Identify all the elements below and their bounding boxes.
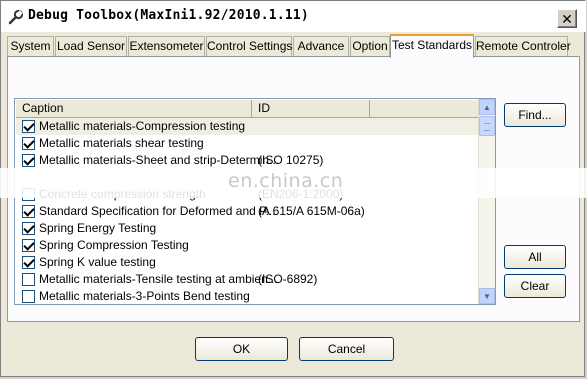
window-title: Debug Toolbox(MaxIni1.92/2010.1.11)	[28, 8, 309, 23]
row-caption: Metallic materials-3-Points Bend testing	[39, 289, 250, 303]
list-item[interactable]: Metallic materials shear testing	[16, 135, 479, 152]
list-item[interactable]: Spring K value testing	[16, 254, 479, 271]
row-id: (A 615/A 615M-06a)	[258, 204, 365, 218]
row-checkbox[interactable]	[22, 222, 35, 235]
all-button[interactable]: All	[504, 245, 566, 269]
row-checkbox[interactable]	[22, 290, 35, 303]
standards-list[interactable]: Caption ID Metallic materials-Compressio…	[14, 98, 496, 305]
list-item[interactable]: Standard Specification for Deformed and …	[16, 203, 479, 220]
row-caption: Spring K value testing	[39, 255, 156, 269]
row-caption: Standard Specification for Deformed and …	[39, 204, 276, 218]
row-checkbox[interactable]	[22, 137, 35, 150]
close-button[interactable]: ✕	[557, 9, 577, 28]
row-caption: Metallic materials-Compression testing	[39, 119, 246, 133]
tab-option[interactable]: Option	[350, 36, 390, 56]
wrench-icon	[8, 9, 24, 25]
list-item[interactable]: Metallic materials-3-Points Bend testing	[16, 288, 479, 304]
list-item[interactable]: Metallic materials-Compression testing	[16, 118, 479, 135]
scroll-down-button[interactable]: ▼	[479, 288, 495, 304]
row-checkbox[interactable]	[22, 120, 35, 133]
ok-button[interactable]: OK	[195, 337, 288, 361]
tab-extensometer[interactable]: Extensometer	[128, 36, 205, 56]
row-checkbox[interactable]	[22, 256, 35, 269]
tab-system[interactable]: System	[7, 36, 54, 56]
scroll-up-button[interactable]: ▲	[479, 99, 495, 115]
title-bar[interactable]: Debug Toolbox(MaxIni1.92/2010.1.11) ✕	[1, 1, 586, 32]
row-caption: Metallic materials shear testing	[39, 136, 204, 150]
clear-button[interactable]: Clear	[504, 274, 566, 298]
tab-advance[interactable]: Advance	[293, 36, 349, 56]
row-caption: Spring Compression Testing	[39, 238, 189, 252]
chevron-down-icon: ▼	[483, 291, 491, 301]
row-checkbox[interactable]	[22, 273, 35, 286]
tab-test-standards[interactable]: Test Standards	[390, 34, 474, 58]
row-checkbox[interactable]	[22, 239, 35, 252]
close-icon: ✕	[561, 10, 573, 27]
row-id: (ISO 10275)	[258, 153, 324, 167]
tab-load-sensor[interactable]: Load Sensor	[55, 36, 127, 56]
find-button[interactable]: Find...	[504, 103, 566, 127]
list-item[interactable]: Spring Compression Testing	[16, 237, 479, 254]
watermark-text: en.china.cn	[228, 170, 344, 192]
column-header-id[interactable]: ID	[252, 100, 370, 117]
vertical-scrollbar[interactable]: ▲ ▼	[478, 99, 495, 304]
row-caption: Metallic materials-Tensile testing at am…	[39, 272, 278, 286]
tab-control-settings[interactable]: Control Settings	[206, 36, 292, 56]
cancel-button[interactable]: Cancel	[299, 337, 394, 361]
row-caption: Spring Energy Testing	[39, 221, 157, 235]
list-item[interactable]: Spring Energy Testing	[16, 220, 479, 237]
column-header-caption[interactable]: Caption	[16, 100, 252, 117]
list-header: Caption ID	[16, 100, 479, 118]
row-checkbox[interactable]	[22, 205, 35, 218]
row-caption: Metallic materials-Sheet and strip-Deter…	[39, 153, 280, 167]
list-item[interactable]: Metallic materials-Sheet and strip-Deter…	[16, 152, 479, 169]
chevron-up-icon: ▲	[483, 102, 491, 112]
scroll-thumb[interactable]	[479, 116, 495, 136]
list-item[interactable]: Metallic materials-Tensile testing at am…	[16, 271, 479, 288]
row-id: (ISO-6892)	[258, 272, 318, 286]
row-checkbox[interactable]	[22, 154, 35, 167]
tab-remote-controler[interactable]: Remote Controler	[475, 36, 571, 56]
